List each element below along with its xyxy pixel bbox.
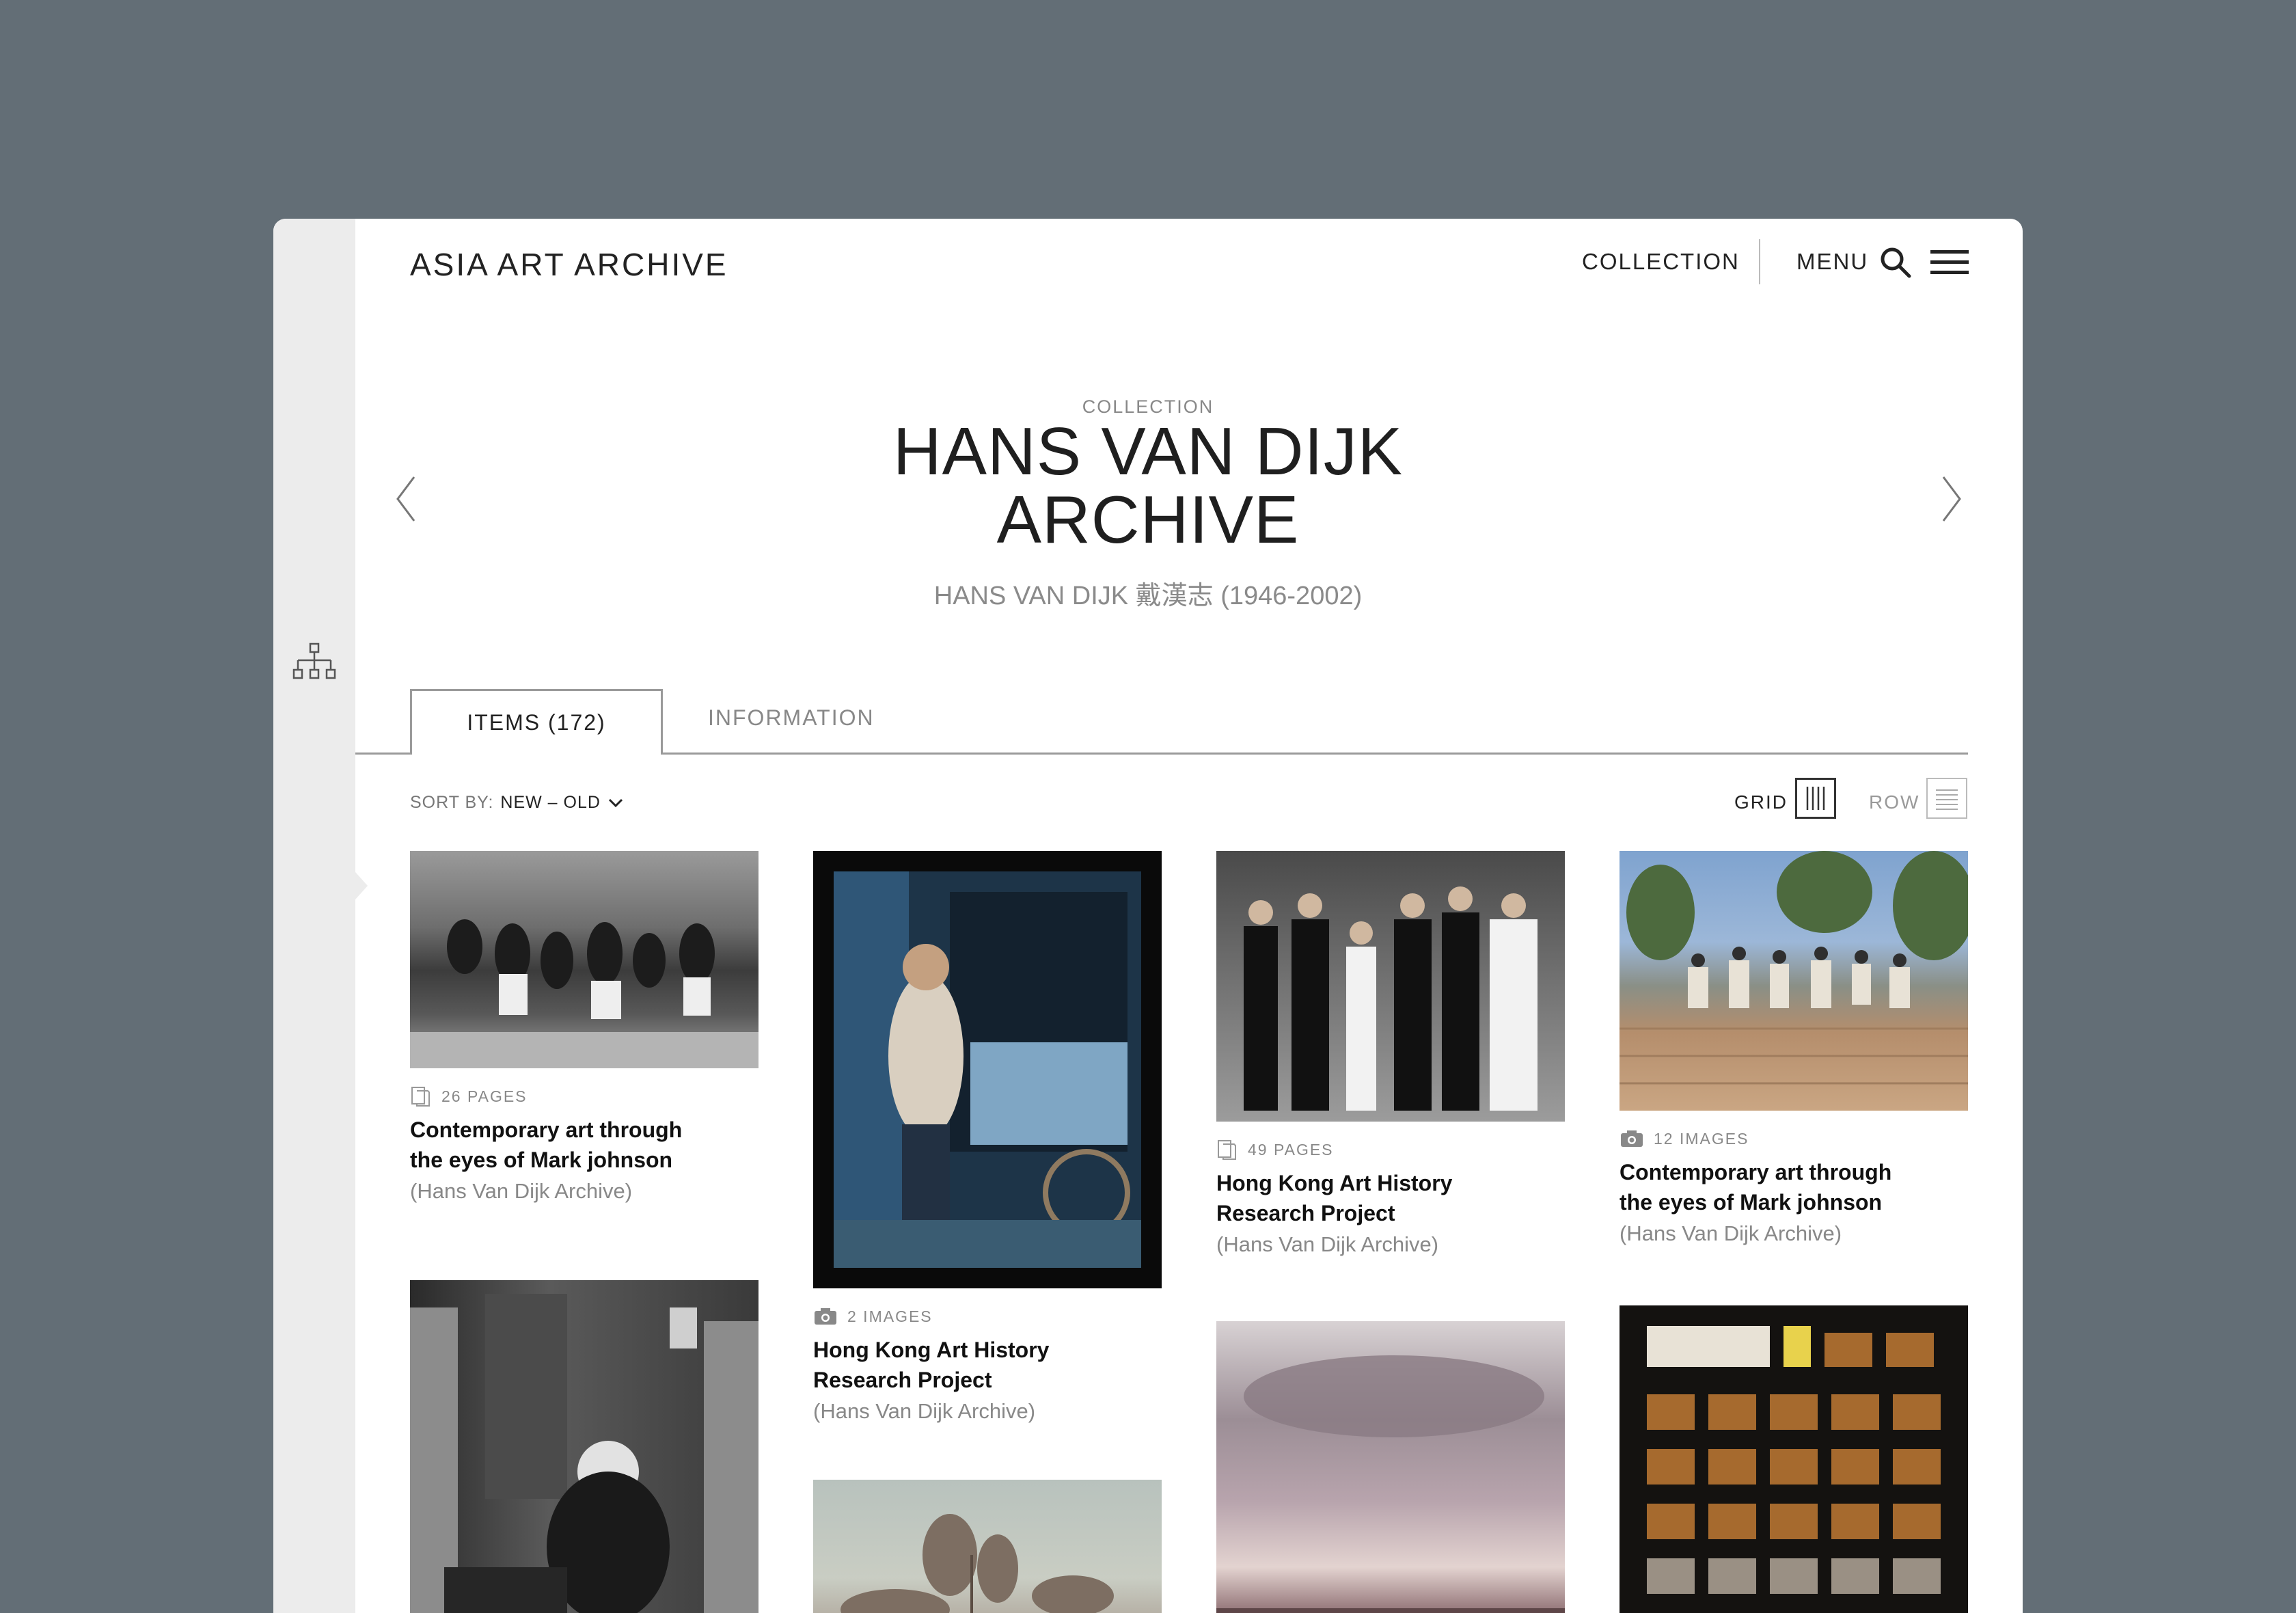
hamburger-menu-icon[interactable]: [1930, 250, 1969, 275]
nav-divider: [1759, 239, 1760, 284]
collection-subtitle: HANS VAN DIJK 戴漢志 (1946-2002): [933, 582, 1363, 610]
app-window: ASIA ART ARCHIVE COLLECTION MENU COLLECT…: [273, 219, 2023, 1613]
row-view-button[interactable]: [1926, 778, 1967, 819]
item-thumbnail[interactable]: [410, 851, 758, 1068]
item-meta-text: 49 PAGES: [1248, 1140, 1334, 1158]
group-photo-image: [410, 919, 758, 1068]
rail-pointer: [355, 872, 368, 899]
grid-view-button[interactable]: [1795, 778, 1836, 819]
nav-collection-link[interactable]: COLLECTION: [1582, 249, 1740, 275]
row-view-label: ROW: [1869, 791, 1920, 813]
collection-title-line-1: HANS VAN DIJK: [892, 414, 1404, 489]
item-meta: 49 PAGES: [1216, 1138, 1565, 1161]
sort-value: NEW – OLD: [500, 793, 601, 812]
list-view-icon: [1936, 789, 1958, 810]
camera-icon: [1621, 1130, 1643, 1147]
grid-item[interactable]: [410, 1280, 758, 1613]
item-thumbnail[interactable]: [813, 1480, 1162, 1613]
item-source: (Hans Van Dijk Archive): [410, 1179, 633, 1203]
grid-item[interactable]: 49 PAGES Hong Kong Art History Research …: [1216, 851, 1565, 1257]
item-meta-text: 2 IMAGES: [847, 1307, 933, 1325]
item-meta-text: 12 IMAGES: [1654, 1129, 1749, 1148]
item-meta: 2 IMAGES: [813, 1305, 1162, 1328]
grid-item[interactable]: [1620, 1305, 1968, 1613]
item-meta-text: 26 PAGES: [441, 1087, 528, 1105]
item-title[interactable]: Hong Kong Art History Research Project: [1216, 1168, 1503, 1228]
tab-items[interactable]: ITEMS (172): [410, 689, 663, 755]
item-source: (Hans Van Dijk Archive): [1216, 1232, 1439, 1256]
camera-icon: [815, 1308, 836, 1325]
site-logo[interactable]: ASIA ART ARCHIVE: [410, 246, 728, 283]
item-title[interactable]: Contemporary art through the eyes of Mar…: [410, 1115, 697, 1175]
document-icon: [411, 1087, 430, 1107]
grid-item[interactable]: 26 PAGES Contemporary art through the ey…: [410, 851, 758, 1204]
chevron-down-icon: [608, 798, 623, 807]
grid-item[interactable]: 2 IMAGES Hong Kong Art History Research …: [813, 851, 1162, 1424]
grid-item[interactable]: 12 IMAGES Contemporary art through the e…: [1620, 851, 1968, 1246]
grid-item[interactable]: [813, 1480, 1162, 1613]
sky-landscape-photo-image: [1216, 1355, 1565, 1613]
item-thumbnail[interactable]: [1620, 851, 1968, 1111]
sort-label: SORT BY:: [410, 793, 494, 812]
search-icon[interactable]: [1879, 246, 1912, 279]
item-meta: 12 IMAGES: [1620, 1127, 1968, 1150]
item-title[interactable]: Contemporary art through the eyes of Mar…: [1620, 1157, 1906, 1217]
item-source: (Hans Van Dijk Archive): [813, 1399, 1036, 1423]
group-on-steps-photo-image: [1620, 851, 1968, 1085]
item-source: (Hans Van Dijk Archive): [1620, 1221, 1842, 1245]
study-portrait-photo-image: [410, 1294, 758, 1613]
item-title[interactable]: Hong Kong Art History Research Project: [813, 1335, 1100, 1395]
collection-title: HANS VAN DIJK ARCHIVE: [273, 417, 2023, 554]
item-thumbnail[interactable]: [1216, 851, 1565, 1122]
document-icon: [1218, 1140, 1236, 1160]
item-thumbnail[interactable]: [1620, 1305, 1968, 1613]
item-thumbnail[interactable]: [813, 851, 1162, 1288]
sort-dropdown[interactable]: SORT BY: NEW – OLD: [410, 793, 624, 813]
item-meta: 26 PAGES: [410, 1085, 758, 1108]
collection-title-line-2: ARCHIVE: [996, 482, 1300, 557]
nav-menu-link[interactable]: MENU: [1796, 249, 1868, 275]
item-thumbnail[interactable]: [1216, 1321, 1565, 1613]
item-thumbnail[interactable]: [410, 1280, 758, 1613]
grid-item[interactable]: [1216, 1321, 1565, 1613]
grid-view-label: GRID: [1734, 791, 1788, 813]
landscape-trees-photo-image: [840, 1514, 1114, 1613]
portrait-photo-image: [834, 871, 1141, 1268]
hierarchy-tree-icon[interactable]: [292, 642, 336, 683]
grid-view-icon: [1806, 787, 1825, 810]
tab-information[interactable]: INFORMATION: [708, 705, 875, 731]
contact-sheet-image: [1647, 1326, 1941, 1594]
group-standing-photo-image: [1244, 886, 1538, 1111]
